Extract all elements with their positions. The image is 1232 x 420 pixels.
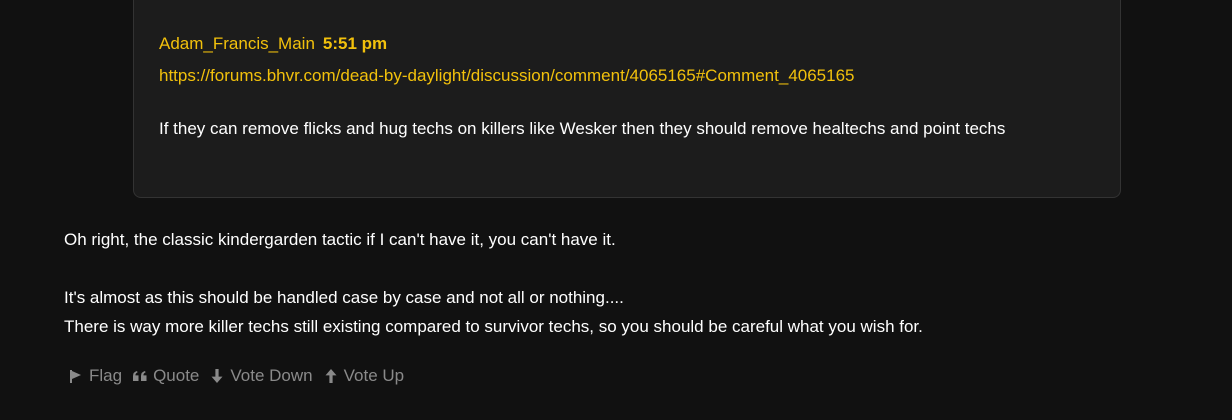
quote-timestamp[interactable]: 5:51 pm [323,34,387,53]
quote-text: If they can remove flicks and hug techs … [159,119,1006,138]
flag-icon [70,370,81,383]
quote-source-link[interactable]: https://forums.bhvr.com/dead-by-daylight… [159,64,855,88]
arrow-up-icon [325,369,337,383]
quote-meta: Adam_Francis_Main 5:51 pm [159,32,387,56]
arrow-down-icon [211,369,223,383]
quote-label: Quote [153,366,200,385]
quote-icon [133,371,147,381]
vote-up-button[interactable]: Vote Up [323,364,405,388]
blockquote: Adam_Francis_Main 5:51 pm https://forums.… [133,0,1121,198]
flag-button[interactable]: Flag [68,364,122,388]
vote-up-label: Vote Up [343,366,405,385]
comment-paragraph: Oh right, the classic kindergarden tacti… [64,230,616,249]
comment-actions: Flag Quote Vote Down Vote Up [68,364,414,388]
quote-button[interactable]: Quote [132,364,199,388]
flag-label: Flag [89,366,123,385]
vote-down-label: Vote Down [230,366,313,385]
comment-paragraph: There is way more killer techs still exi… [64,317,923,336]
quote-author-link[interactable]: Adam_Francis_Main [159,34,315,53]
vote-down-button[interactable]: Vote Down [209,364,313,388]
comment-paragraph: It's almost as this should be handled ca… [64,288,624,307]
comment-body: Oh right, the classic kindergarden tacti… [64,225,1164,341]
